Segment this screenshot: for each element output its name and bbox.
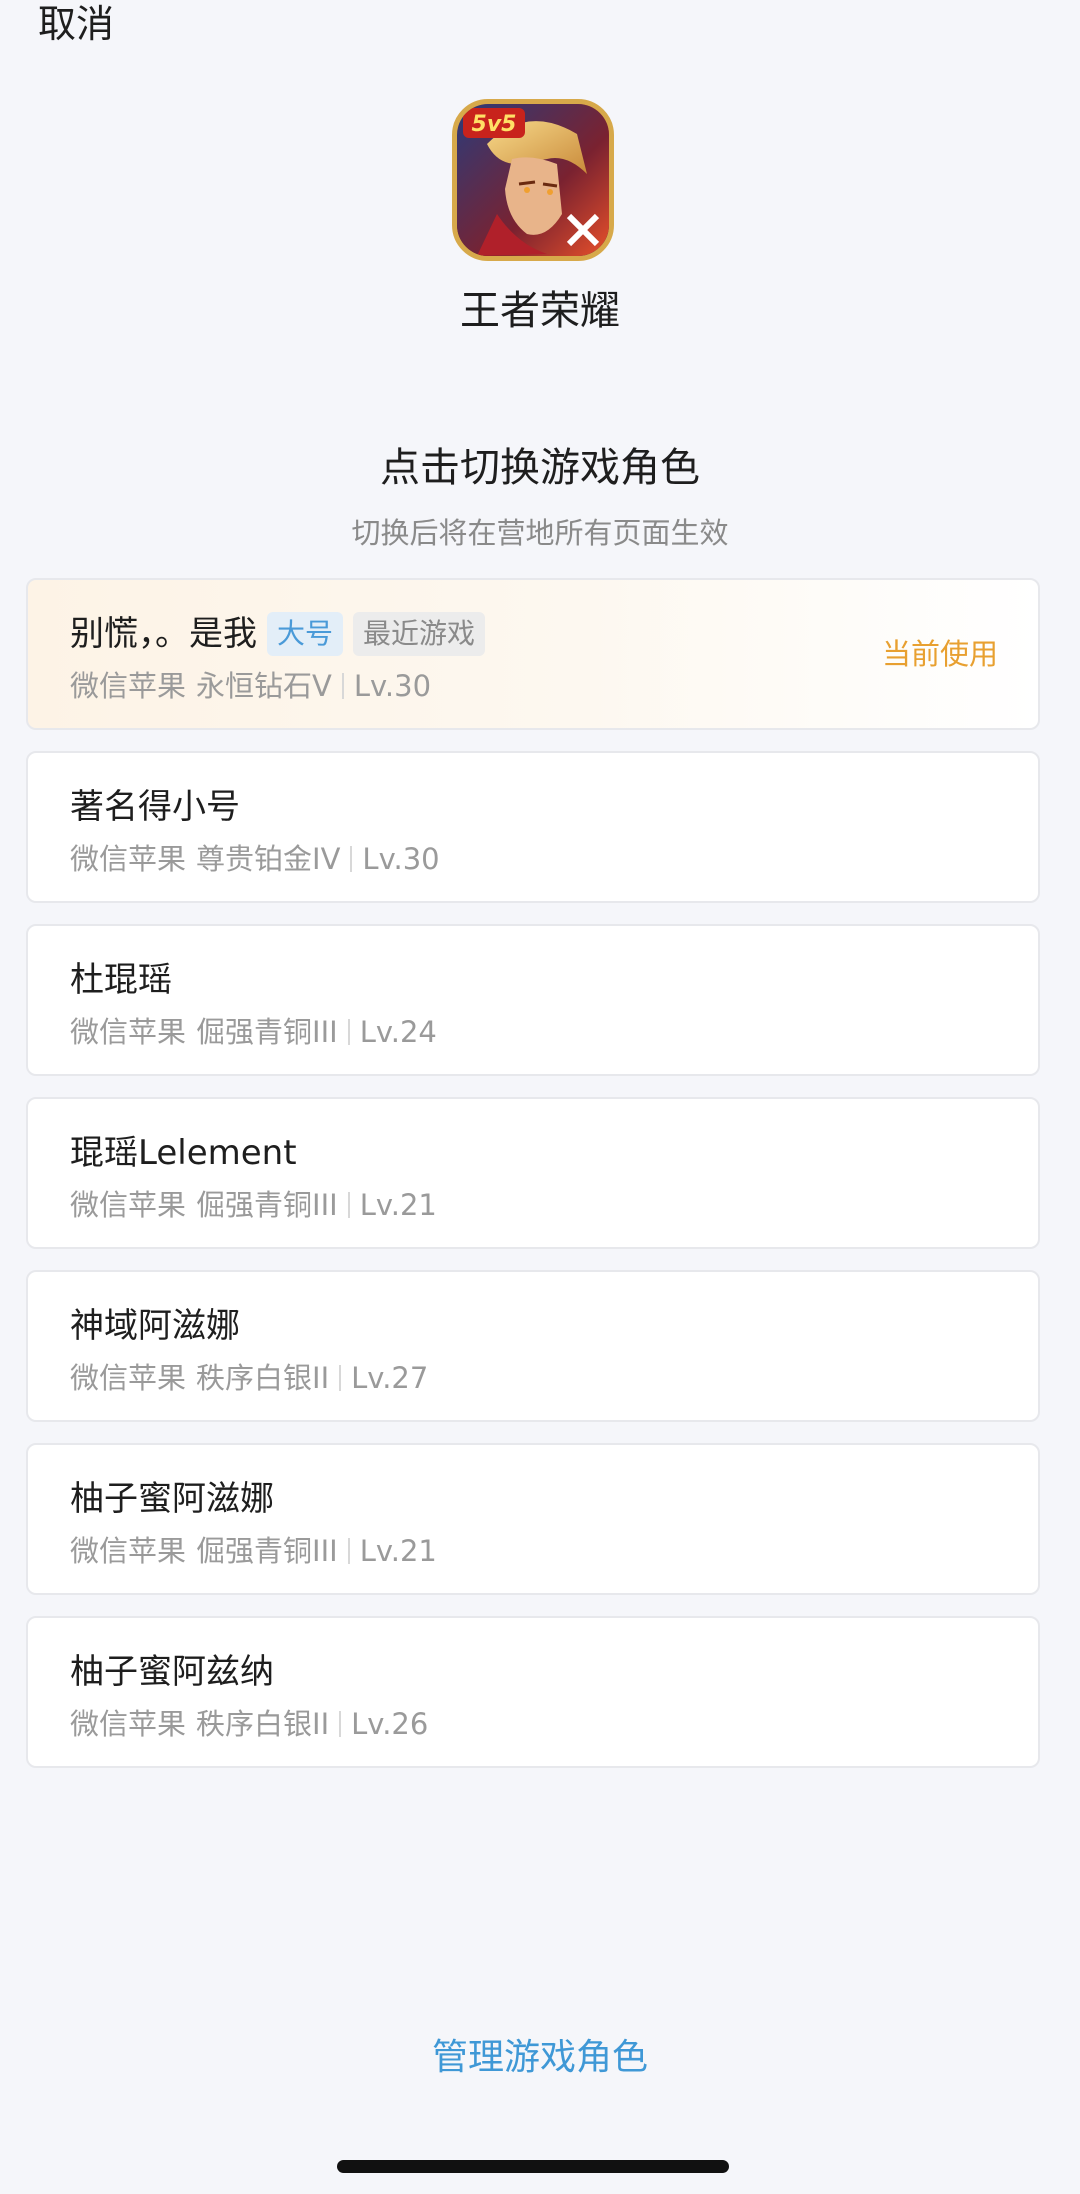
role-rank: 倔强青铜III bbox=[196, 1015, 338, 1049]
role-rank: 永恒钻石V bbox=[196, 669, 332, 703]
role-platform: 微信苹果 bbox=[70, 1361, 187, 1395]
role-level: Lv.30 bbox=[353, 669, 432, 703]
role-card[interactable]: 著名得小号 微信苹果 尊贵铂金IV Lv.30 bbox=[26, 751, 1040, 903]
role-meta: 微信苹果 秩序白银II Lv.26 bbox=[70, 1704, 428, 1744]
role-card[interactable]: 杜琨瑶 微信苹果 倔强青铜III Lv.24 bbox=[26, 924, 1040, 1076]
current-use-label: 当前使用 bbox=[881, 637, 998, 671]
divider bbox=[341, 673, 344, 699]
role-level: Lv.26 bbox=[351, 1707, 429, 1741]
home-indicator[interactable] bbox=[337, 2160, 729, 2173]
role-platform: 微信苹果 bbox=[70, 1188, 187, 1222]
role-list: 别慌，。是我 大号 最近游戏 微信苹果 永恒钻石V Lv.30 当前使用 著名得… bbox=[26, 578, 1040, 1789]
role-card[interactable]: 柚子蜜阿滋娜 微信苹果 倔强青铜III Lv.21 bbox=[26, 1443, 1040, 1595]
divider bbox=[350, 846, 353, 872]
role-meta: 微信苹果 永恒钻石V Lv.30 bbox=[70, 666, 431, 706]
role-name: 琨瑶Lelement bbox=[70, 1133, 297, 1173]
role-level: Lv.24 bbox=[359, 1015, 437, 1049]
app-icon-badge: 5v5 bbox=[472, 112, 517, 137]
divider bbox=[347, 1192, 350, 1218]
divider bbox=[339, 1365, 342, 1391]
main-account-tag: 大号 bbox=[267, 612, 344, 656]
role-platform: 微信苹果 bbox=[70, 842, 187, 876]
role-rank: 秩序白银II bbox=[196, 1707, 330, 1741]
role-level: Lv.27 bbox=[351, 1361, 429, 1395]
role-rank: 尊贵铂金IV bbox=[196, 842, 341, 876]
divider bbox=[339, 1711, 342, 1737]
role-meta: 微信苹果 倔强青铜III Lv.21 bbox=[70, 1531, 437, 1571]
role-platform: 微信苹果 bbox=[70, 669, 187, 703]
role-platform: 微信苹果 bbox=[70, 1534, 187, 1568]
role-level: Lv.21 bbox=[359, 1188, 437, 1222]
role-meta: 微信苹果 倔强青铜III Lv.21 bbox=[70, 1185, 437, 1225]
role-name: 柚子蜜阿滋娜 bbox=[70, 1479, 274, 1519]
role-card[interactable]: 别慌，。是我 大号 最近游戏 微信苹果 永恒钻石V Lv.30 当前使用 bbox=[26, 578, 1040, 730]
role-rank: 倔强青铜III bbox=[196, 1188, 338, 1222]
role-name: 神域阿滋娜 bbox=[70, 1306, 240, 1346]
role-name: 杜琨瑶 bbox=[70, 960, 172, 1000]
role-card[interactable]: 神域阿滋娜 微信苹果 秩序白银II Lv.27 bbox=[26, 1270, 1040, 1422]
role-platform: 微信苹果 bbox=[70, 1707, 187, 1741]
role-meta: 微信苹果 秩序白银II Lv.27 bbox=[70, 1358, 428, 1398]
recent-game-tag: 最近游戏 bbox=[353, 612, 486, 656]
role-rank: 倔强青铜III bbox=[196, 1534, 338, 1568]
role-level: Lv.30 bbox=[362, 842, 440, 876]
manage-roles-link[interactable]: 管理游戏角色 bbox=[0, 2034, 1080, 2082]
divider bbox=[347, 1019, 350, 1045]
section-subtitle: 切换后将在营地所有页面生效 bbox=[351, 516, 729, 550]
role-level: Lv.21 bbox=[359, 1534, 437, 1568]
divider bbox=[347, 1538, 350, 1564]
role-meta: 微信苹果 尊贵铂金IV Lv.30 bbox=[70, 839, 440, 879]
cancel-button[interactable]: 取消 bbox=[38, 0, 114, 48]
role-name: 柚子蜜阿兹纳 bbox=[70, 1652, 274, 1692]
role-platform: 微信苹果 bbox=[70, 1015, 187, 1049]
role-card[interactable]: 柚子蜜阿兹纳 微信苹果 秩序白银II Lv.26 bbox=[26, 1616, 1040, 1768]
section-title: 点击切换游戏角色 bbox=[380, 445, 700, 491]
role-rank: 秩序白银II bbox=[196, 1361, 330, 1395]
role-meta: 微信苹果 倔强青铜III Lv.24 bbox=[70, 1012, 437, 1052]
app-name: 王者荣耀 bbox=[460, 288, 620, 334]
role-card[interactable]: 琨瑶Lelement 微信苹果 倔强青铜III Lv.21 bbox=[26, 1097, 1040, 1249]
game-app-icon: 5v5 bbox=[452, 99, 614, 261]
role-name: 著名得小号 bbox=[70, 787, 240, 827]
role-name: 别慌，。是我 bbox=[70, 614, 257, 654]
